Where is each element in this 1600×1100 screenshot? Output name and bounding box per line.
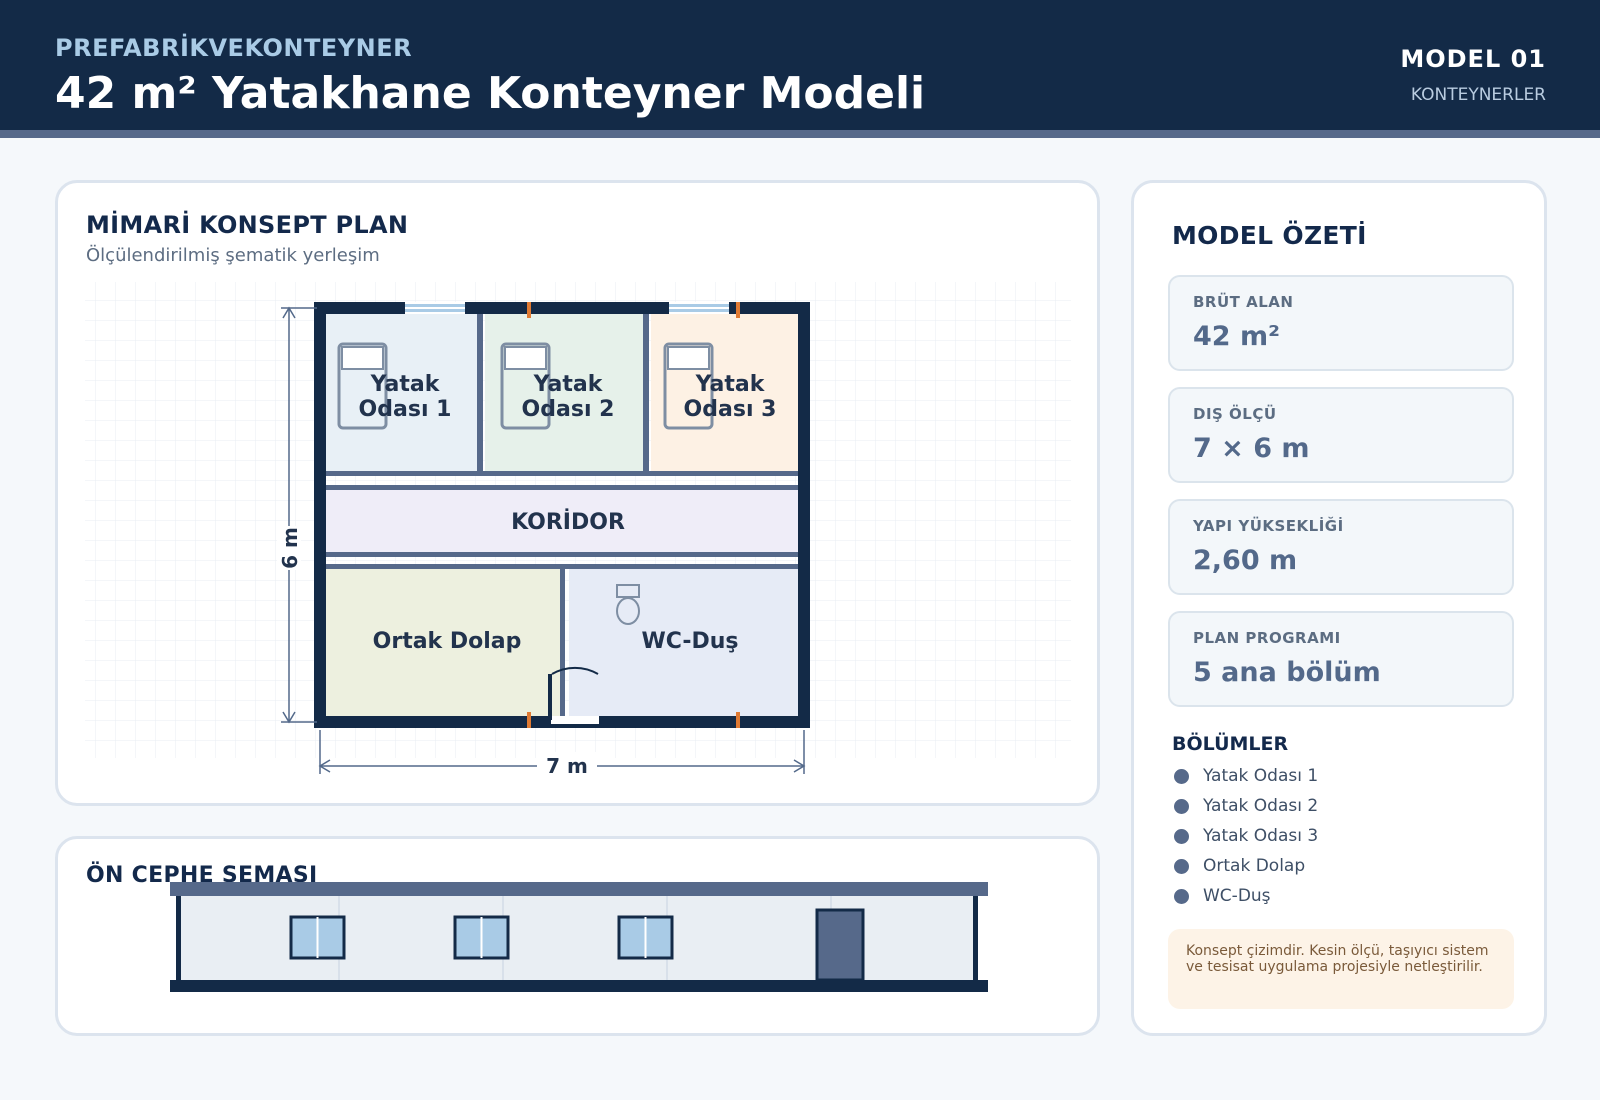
plan-card: MİMARİ KONSEPT PLAN Ölçülendirilmiş şema… xyxy=(55,180,1100,806)
window-top xyxy=(669,309,729,312)
section-name: Ortak Dolap xyxy=(1203,856,1306,876)
facade-edge xyxy=(176,896,181,980)
list-item: WC-Duş xyxy=(1174,881,1318,911)
model-category: KONTEYNERLER xyxy=(1410,85,1546,105)
section-name: WC-Duş xyxy=(1203,886,1271,906)
stat-value: 42 m² xyxy=(1193,321,1280,352)
accent-marker xyxy=(736,712,740,728)
section-list: Yatak Odası 1 Yatak Odası 2 Yatak Odası … xyxy=(1174,761,1318,911)
stat-height: YAPI YÜKSEKLİĞİ 2,60 m xyxy=(1168,499,1514,595)
facade-window xyxy=(617,915,674,960)
section-name: Yatak Odası 1 xyxy=(1203,766,1319,786)
door-leaf xyxy=(548,674,552,720)
stat-label: DIŞ ÖLÇÜ xyxy=(1193,405,1277,423)
page-title: 42 m² Yatakhane Konteyner Modeli xyxy=(55,68,926,119)
stat-value: 5 ana bölüm xyxy=(1193,657,1381,688)
bullet-dot-icon xyxy=(1174,888,1189,904)
room-label-corridor: KORİDOR xyxy=(511,509,625,535)
brand-name: PREFABRİKVEKONTEYNER xyxy=(55,34,413,62)
room-label-bed-3: Yatak xyxy=(695,372,766,397)
accent-marker xyxy=(527,712,531,728)
room-label-storage: Ortak Dolap xyxy=(373,629,522,654)
list-item: Yatak Odası 2 xyxy=(1174,791,1318,821)
facade-drawing xyxy=(170,882,988,992)
stat-value: 2,60 m xyxy=(1193,545,1298,576)
sections-title: BÖLÜMLER xyxy=(1172,733,1289,755)
room-label-bed-2: Odası 2 xyxy=(522,397,615,422)
door-opening xyxy=(551,716,599,724)
facade-door xyxy=(815,908,865,982)
header: PREFABRİKVEKONTEYNER 42 m² Yatakhane Kon… xyxy=(0,0,1600,138)
facade-roof xyxy=(170,882,988,896)
accent-marker xyxy=(736,302,740,318)
stat-plan-program: PLAN PROGRAMI 5 ana bölüm xyxy=(1168,611,1514,707)
facade-edge xyxy=(973,896,978,980)
room-label-bed-1: Yatak xyxy=(370,372,441,397)
window-top xyxy=(405,309,465,312)
dimension-width-label: 7 m xyxy=(546,754,588,778)
partition xyxy=(643,313,649,475)
bullet-dot-icon xyxy=(1174,858,1189,874)
room-label-wc: WC-Duş xyxy=(641,629,738,654)
room-label-bed-1: Odası 1 xyxy=(359,397,452,422)
stat-gross-area: BRÜT ALAN 42 m² xyxy=(1168,275,1514,371)
list-item: Yatak Odası 1 xyxy=(1174,761,1318,791)
stat-label: YAPI YÜKSEKLİĞİ xyxy=(1193,517,1344,535)
facade-window xyxy=(453,915,510,960)
list-item: Ortak Dolap xyxy=(1174,851,1318,881)
section-name: Yatak Odası 3 xyxy=(1203,826,1319,846)
summary-title: MODEL ÖZETİ xyxy=(1172,221,1367,250)
dimension-height-label: 6 m xyxy=(278,527,302,569)
stat-outer-size: DIŞ ÖLÇÜ 7 × 6 m xyxy=(1168,387,1514,483)
partition xyxy=(325,471,799,476)
window-top xyxy=(405,302,465,314)
window-top xyxy=(669,304,729,307)
stat-label: BRÜT ALAN xyxy=(1193,293,1294,311)
partition xyxy=(325,552,799,557)
bullet-dot-icon xyxy=(1174,828,1189,844)
stat-value: 7 × 6 m xyxy=(1193,433,1310,464)
section-name: Yatak Odası 2 xyxy=(1203,796,1319,816)
stat-label: PLAN PROGRAMI xyxy=(1193,629,1341,647)
partition xyxy=(560,567,565,717)
model-code: MODEL 01 xyxy=(1400,45,1546,73)
summary-card: MODEL ÖZETİ BRÜT ALAN 42 m² DIŞ ÖLÇÜ 7 ×… xyxy=(1131,180,1547,1036)
facade-card: ÖN CEPHE ŞEMASI xyxy=(55,836,1100,1036)
facade-window xyxy=(289,915,346,960)
window-top xyxy=(669,302,729,314)
list-item: Yatak Odası 3 xyxy=(1174,821,1318,851)
room-label-bed-3: Odası 3 xyxy=(684,397,777,422)
accent-marker xyxy=(527,302,531,318)
partition xyxy=(325,485,799,490)
floor-plan-drawing: Yatak Odası 1 Yatak Odası 2 Yatak Odası … xyxy=(85,282,1071,780)
partition xyxy=(477,313,483,475)
bullet-dot-icon xyxy=(1174,798,1189,814)
concept-note: Konsept çizimdir. Kesin ölçü, taşıyıcı s… xyxy=(1168,929,1514,1009)
room-label-bed-2: Yatak xyxy=(533,372,604,397)
facade-base xyxy=(170,980,988,992)
window-top xyxy=(405,304,465,307)
bullet-dot-icon xyxy=(1174,768,1189,784)
